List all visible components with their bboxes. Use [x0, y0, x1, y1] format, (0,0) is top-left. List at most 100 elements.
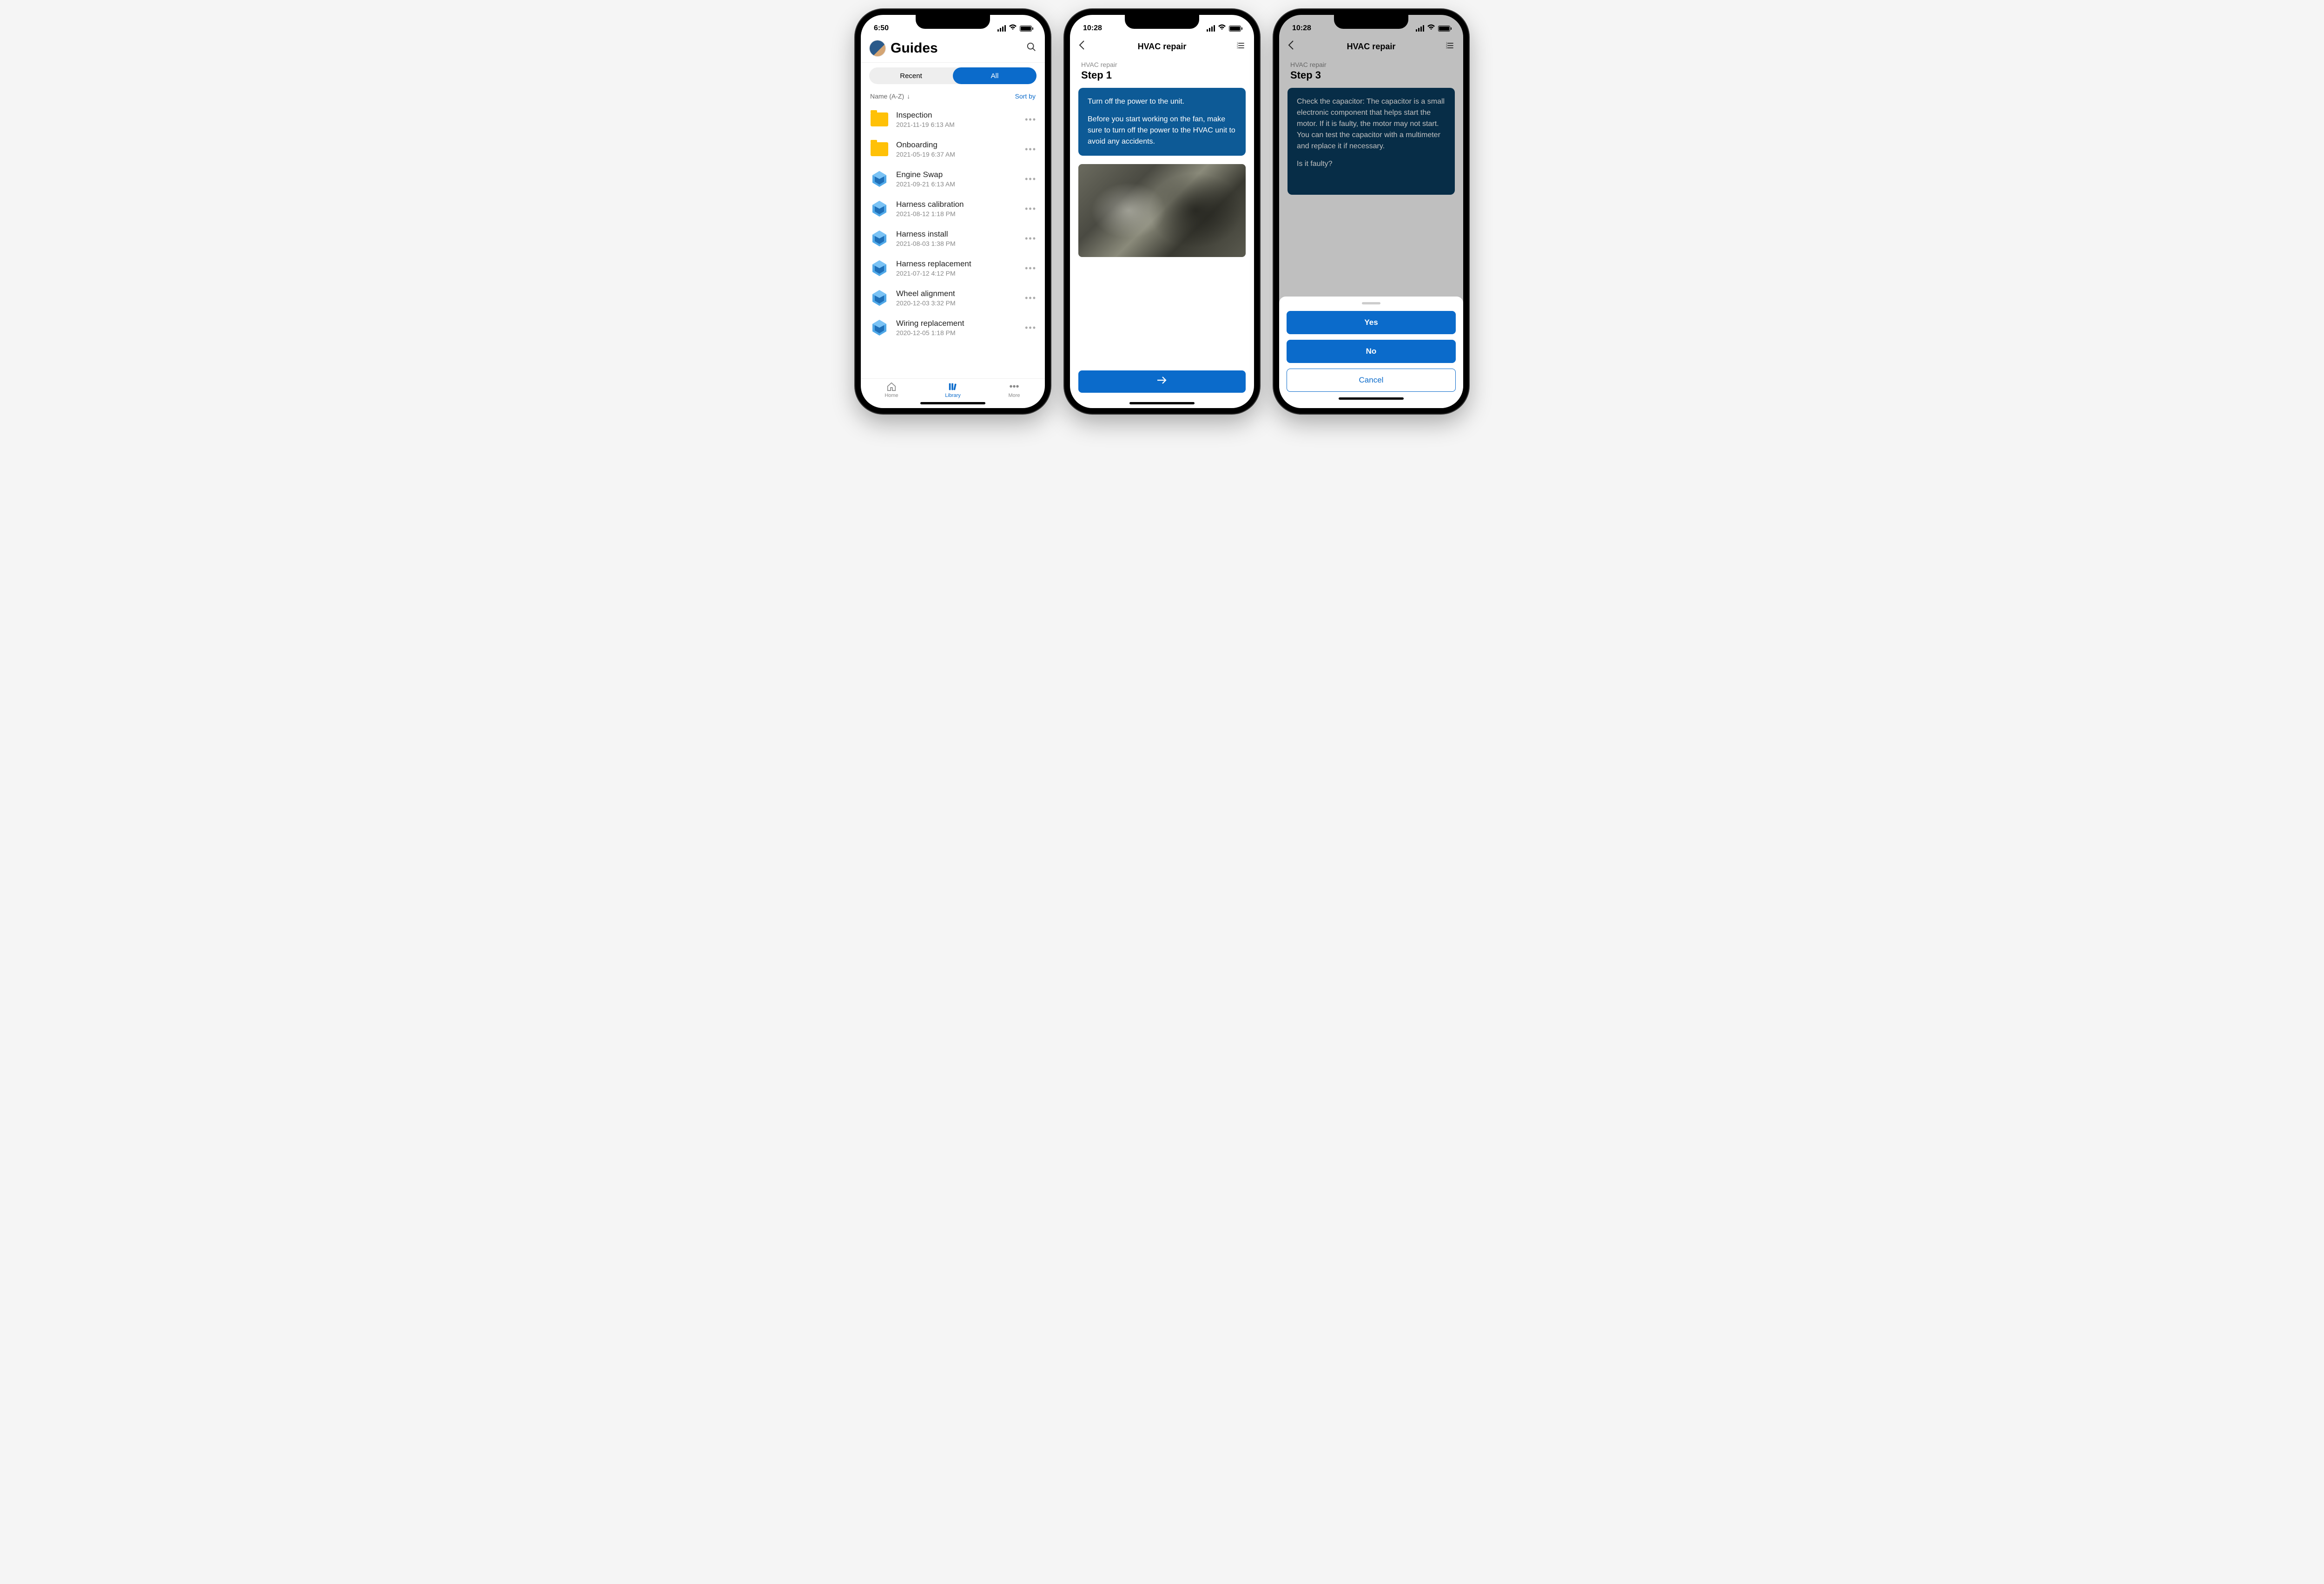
breadcrumb: HVAC repair — [1290, 61, 1452, 68]
back-button[interactable] — [1078, 40, 1092, 53]
next-button[interactable] — [1078, 370, 1246, 393]
item-menu-button[interactable]: ••• — [1025, 234, 1037, 244]
step-image[interactable] — [1078, 164, 1246, 257]
instruction-text: Before you start working on the fan, mak… — [1088, 114, 1236, 147]
tab-recent[interactable]: Recent — [869, 67, 953, 84]
wifi-icon — [1009, 24, 1017, 33]
screen-title: HVAC repair — [1306, 42, 1436, 52]
arrow-right-icon — [1156, 376, 1168, 388]
item-menu-button[interactable]: ••• — [1025, 264, 1037, 273]
list-item[interactable]: Harness install2021-08-03 1:38 PM ••• — [861, 224, 1045, 253]
item-name: Wheel alignment — [896, 289, 1018, 298]
item-date: 2020-12-03 3:32 PM — [896, 299, 1018, 307]
home-icon — [886, 382, 897, 392]
list-item[interactable]: Harness calibration2021-08-12 1:18 PM••• — [861, 194, 1045, 224]
list-item[interactable]: Harness replacement2021-07-12 4:12 PM ••• — [861, 253, 1045, 283]
folder-icon — [869, 139, 890, 159]
home-indicator[interactable] — [1339, 397, 1404, 400]
list-item[interactable]: Inspection2021-11-19 6:13 AM ••• — [861, 105, 1045, 134]
svg-text:3: 3 — [1446, 47, 1447, 50]
item-date: 2021-08-03 1:38 PM — [896, 240, 1018, 247]
yes-button[interactable]: Yes — [1287, 311, 1456, 334]
no-button[interactable]: No — [1287, 340, 1456, 363]
wifi-icon — [1427, 24, 1435, 33]
item-date: 2020-12-05 1:18 PM — [896, 329, 1018, 337]
tab-library[interactable]: Library — [922, 382, 984, 398]
guide-icon — [869, 169, 890, 189]
tab-more[interactable]: ••• More — [984, 382, 1045, 398]
sheet-grabber[interactable] — [1362, 302, 1380, 304]
tab-all[interactable]: All — [953, 67, 1037, 84]
signal-icon — [1416, 25, 1424, 32]
battery-icon — [1229, 26, 1241, 32]
guide-icon — [869, 288, 890, 308]
step-number: Step 3 — [1290, 69, 1452, 81]
step-header-bar: HVAC repair 123 — [1070, 35, 1254, 58]
sort-by-button[interactable]: Sort by — [1015, 92, 1036, 100]
tab-label: More — [1008, 393, 1020, 398]
item-name: Harness calibration — [896, 200, 1018, 209]
page-title: Guides — [891, 40, 1022, 56]
item-menu-button[interactable]: ••• — [1025, 115, 1037, 125]
cancel-button[interactable]: Cancel — [1287, 369, 1456, 392]
notch — [916, 15, 990, 29]
step-header-bar: HVAC repair 123 — [1279, 35, 1463, 58]
list-item[interactable]: Wheel alignment2020-12-03 3:32 PM ••• — [861, 283, 1045, 313]
battery-icon — [1020, 26, 1032, 32]
guides-list[interactable]: Inspection2021-11-19 6:13 AM•••Onboardin… — [861, 105, 1045, 378]
item-name: Onboarding — [896, 140, 1018, 150]
page-header: Guides — [861, 35, 1045, 62]
tab-label: Home — [885, 393, 898, 398]
tab-label: Library — [945, 393, 961, 398]
item-name: Harness install — [896, 230, 1018, 239]
library-icon — [948, 382, 958, 392]
item-date: 2021-09-21 6:13 AM — [896, 180, 1018, 188]
item-menu-button[interactable]: ••• — [1025, 293, 1037, 303]
svg-text:1: 1 — [1446, 42, 1447, 45]
phone-library: 6:50 Guides Recent All — [855, 9, 1050, 414]
more-icon: ••• — [1009, 382, 1019, 392]
list-item[interactable]: Engine Swap2021-09-21 6:13 AM••• — [861, 164, 1045, 194]
status-time: 10:28 — [1292, 24, 1311, 33]
avatar[interactable] — [869, 40, 886, 57]
instruction-text: Check the capacitor: The capacitor is a … — [1297, 96, 1446, 152]
instruction-text: Turn off the power to the unit. — [1088, 96, 1236, 107]
list-item[interactable]: Onboarding2021-05-19 6:37 AM ••• — [861, 134, 1045, 164]
item-date: 2021-07-12 4:12 PM — [896, 270, 1018, 277]
list-item[interactable]: Wiring replacement2020-12-05 1:18 PM ••• — [861, 313, 1045, 343]
item-name: Inspection — [896, 111, 1018, 120]
phone-step1: 10:28 HVAC repair 123 HVAC repair Step 1 — [1064, 9, 1260, 414]
guide-icon — [869, 317, 890, 338]
outline-button[interactable]: 123 — [1441, 41, 1455, 53]
battery-icon — [1438, 26, 1450, 32]
item-menu-button[interactable]: ••• — [1025, 323, 1037, 333]
tab-home[interactable]: Home — [861, 382, 922, 398]
instruction-card: Turn off the power to the unit. Before y… — [1078, 88, 1246, 156]
item-menu-button[interactable]: ••• — [1025, 145, 1037, 154]
status-time: 6:50 — [874, 24, 889, 33]
sort-label: Name (A-Z) — [870, 92, 904, 100]
item-name: Harness replacement — [896, 259, 1018, 269]
phone-step3: 10:28 HVAC repair 123 HV — [1274, 9, 1469, 414]
back-button[interactable] — [1287, 40, 1301, 53]
filter-tabs: Recent All — [861, 63, 1045, 89]
home-indicator[interactable] — [1129, 402, 1195, 404]
item-name: Wiring replacement — [896, 319, 1018, 328]
item-date: 2021-11-19 6:13 AM — [896, 121, 1018, 128]
item-date: 2021-05-19 6:37 AM — [896, 151, 1018, 158]
guide-icon — [869, 258, 890, 278]
step-number: Step 1 — [1081, 69, 1243, 81]
guide-icon — [869, 228, 890, 249]
search-button[interactable] — [1026, 42, 1037, 55]
item-menu-button[interactable]: ••• — [1025, 174, 1037, 184]
tab-bar: Home Library ••• More — [861, 378, 1045, 399]
sort-column[interactable]: Name (A-Z) ↓ — [870, 92, 910, 100]
screen-title: HVAC repair — [1097, 42, 1227, 52]
instruction-card: Check the capacitor: The capacitor is a … — [1287, 88, 1455, 195]
item-menu-button[interactable]: ••• — [1025, 204, 1037, 214]
notch — [1334, 15, 1408, 29]
outline-button[interactable]: 123 — [1232, 41, 1246, 53]
home-indicator[interactable] — [920, 402, 985, 404]
wifi-icon — [1218, 24, 1226, 33]
svg-text:3: 3 — [1237, 47, 1238, 50]
